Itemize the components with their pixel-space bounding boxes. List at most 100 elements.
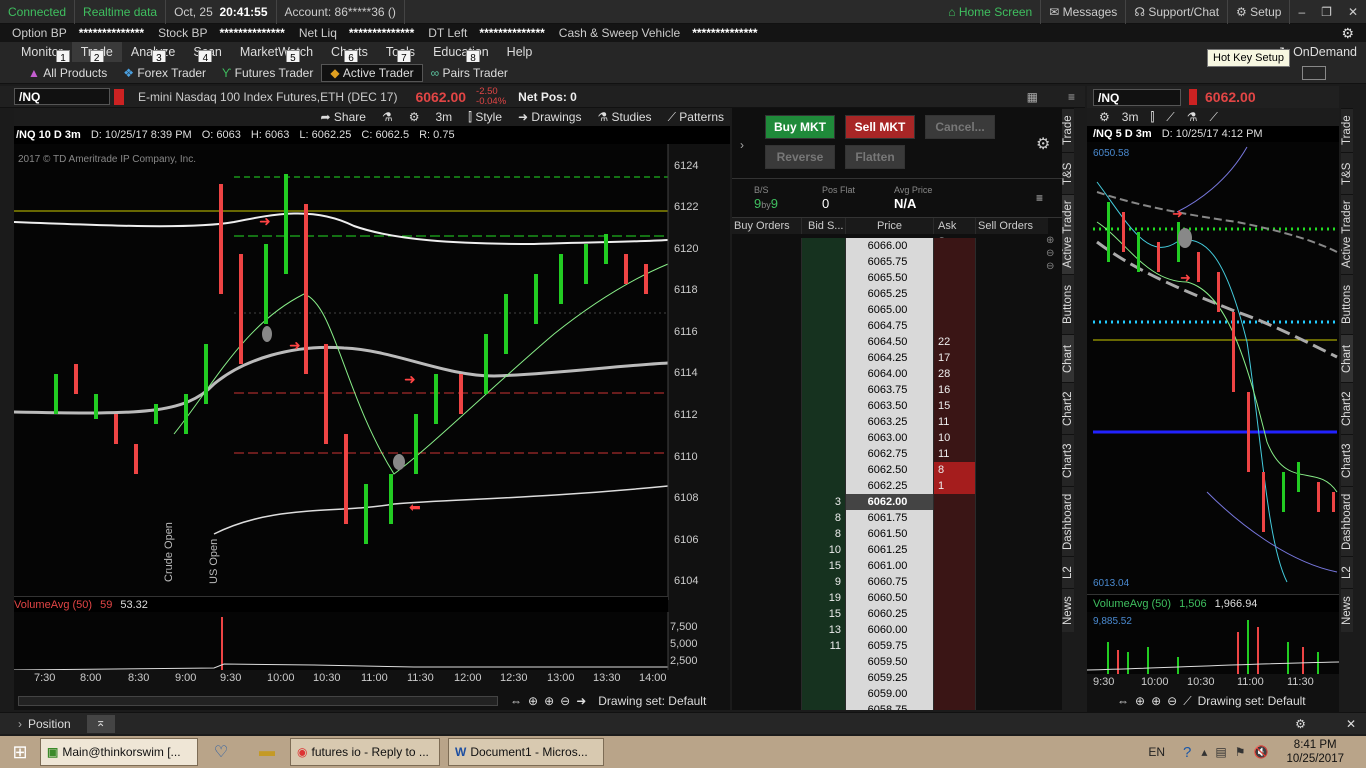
price-cell[interactable]: 6063.50 — [846, 398, 934, 414]
buy-order-cell[interactable] — [732, 686, 802, 702]
buy-order-cell[interactable] — [732, 542, 802, 558]
price-cell[interactable]: 6063.25 — [846, 414, 934, 430]
buy-order-cell[interactable] — [732, 350, 802, 366]
bid-size-cell[interactable] — [802, 382, 846, 398]
ladder-row[interactable]: 6059.25 — [732, 670, 1048, 686]
ask-size-cell[interactable]: 16 — [934, 382, 976, 398]
ask-size-cell[interactable]: 8 — [934, 462, 976, 478]
right-zoom-fit-icon[interactable]: ⇔ — [1117, 694, 1129, 708]
sell-order-cell[interactable] — [976, 382, 1048, 398]
style-button[interactable]: ⫿ Style — [468, 110, 502, 125]
buy-order-cell[interactable] — [732, 302, 802, 318]
language-indicator[interactable]: EN — [1148, 745, 1165, 759]
home-screen-button[interactable]: ⌂ Home Screen — [940, 0, 1042, 24]
tab-active-trader[interactable]: Active Trader — [1062, 194, 1074, 274]
ladder-row[interactable]: 6065.50 — [732, 270, 1048, 286]
settings-gear-icon[interactable]: ⚙ — [1341, 25, 1354, 42]
buy-order-cell[interactable] — [732, 382, 802, 398]
bid-size-cell[interactable] — [802, 302, 846, 318]
sell-order-cell[interactable] — [976, 318, 1048, 334]
drawing-set[interactable]: Drawing set: Default — [598, 694, 706, 708]
price-cell[interactable]: 6061.50 — [846, 526, 934, 542]
menu-tools[interactable]: Tools7 — [377, 42, 424, 66]
price-cell[interactable]: 6063.75 — [846, 382, 934, 398]
right-studies-icon[interactable]: ⚗ — [1187, 110, 1198, 124]
bid-size-cell[interactable]: 13 — [802, 622, 846, 638]
buy-order-cell[interactable] — [732, 526, 802, 542]
ladder-row[interactable]: 6064.00 28 — [732, 366, 1048, 382]
buy-order-cell[interactable] — [732, 446, 802, 462]
sell-order-cell[interactable] — [976, 494, 1048, 510]
menu-analyze[interactable]: Analyze3 — [122, 42, 184, 66]
right-tab-dashboard[interactable]: Dashboard — [1341, 486, 1353, 556]
patterns-button[interactable]: ⟋ Patterns — [668, 110, 724, 125]
price-cell[interactable]: 6060.25 — [846, 606, 934, 622]
ask-size-cell[interactable] — [934, 622, 976, 638]
ladder-row[interactable]: 6064.75 — [732, 318, 1048, 334]
ask-size-cell[interactable]: 15 — [934, 398, 976, 414]
price-cell[interactable]: 6061.75 — [846, 510, 934, 526]
right-tab-chart[interactable]: Chart — [1341, 334, 1353, 382]
right-symbol-selector[interactable]: /NQ — [1093, 88, 1181, 106]
price-cell[interactable]: 6064.25 — [846, 350, 934, 366]
bid-size-cell[interactable] — [802, 654, 846, 670]
arrow-right-icon[interactable]: ➜ — [576, 694, 586, 708]
bid-size-cell[interactable] — [802, 414, 846, 430]
buy-order-cell[interactable] — [732, 494, 802, 510]
drawings-button[interactable]: ➜ Drawings — [518, 110, 581, 124]
ask-size-cell[interactable]: 22 — [934, 334, 976, 350]
subtab-forex-trader[interactable]: ❖ Forex Trader — [115, 64, 214, 82]
ladder-row[interactable]: 6063.25 11 — [732, 414, 1048, 430]
price-cell[interactable]: 6064.00 — [846, 366, 934, 382]
buy-order-cell[interactable] — [732, 574, 802, 590]
price-chart[interactable]: 2017 © TD Ameritrade IP Company, Inc. ➜ … — [14, 144, 730, 604]
bid-size-cell[interactable]: 11 — [802, 638, 846, 654]
ask-size-cell[interactable] — [934, 302, 976, 318]
flag-icon[interactable]: ⚑ — [1235, 745, 1246, 759]
right-price-chart[interactable]: 6050.58 6013.04 ➜ ➜ — [1087, 142, 1339, 594]
ask-size-cell[interactable] — [934, 542, 976, 558]
subtab-pairs-trader[interactable]: ∞ Pairs Trader — [423, 64, 516, 82]
subtab-futures-trader[interactable]: Ƴ Futures Trader — [214, 64, 321, 82]
price-cell[interactable]: 6062.75 — [846, 446, 934, 462]
period-button[interactable]: 3m — [435, 110, 452, 124]
ladder-row[interactable]: 6065.75 — [732, 254, 1048, 270]
price-cell[interactable]: 6059.75 — [846, 638, 934, 654]
right-draw-icon[interactable]: ⟋ — [1166, 110, 1174, 125]
ladder-row[interactable]: 6063.50 15 — [732, 398, 1048, 414]
ask-size-cell[interactable] — [934, 526, 976, 542]
ladder-row[interactable]: 19 6060.50 — [732, 590, 1048, 606]
ladder-row[interactable]: 10 6061.25 — [732, 542, 1048, 558]
bid-size-cell[interactable] — [802, 366, 846, 382]
right-drawing-set[interactable]: Drawing set: Default — [1198, 694, 1306, 708]
buy-order-cell[interactable] — [732, 558, 802, 574]
heart-monitor-icon[interactable]: ♡ — [198, 742, 244, 762]
buy-order-cell[interactable] — [732, 654, 802, 670]
buy-order-cell[interactable] — [732, 334, 802, 350]
ask-size-cell[interactable] — [934, 670, 976, 686]
tab-time-sales[interactable]: T&S — [1062, 152, 1074, 194]
ladder-row[interactable]: 6062.50 8 — [732, 462, 1048, 478]
ladder-row[interactable]: 3 6062.00 — [732, 494, 1048, 510]
close-button[interactable]: ✕ — [1340, 0, 1366, 24]
file-explorer-icon[interactable]: ▬ — [244, 743, 290, 761]
ask-size-cell[interactable] — [934, 494, 976, 510]
price-cell[interactable]: 6065.00 — [846, 302, 934, 318]
menu-education[interactable]: Education 8 — [424, 42, 498, 66]
buy-order-cell[interactable] — [732, 366, 802, 382]
menu-trade[interactable]: Trade2 — [71, 42, 122, 66]
bid-size-cell[interactable] — [802, 350, 846, 366]
buy-order-cell[interactable] — [732, 414, 802, 430]
expand-icon[interactable]: › — [18, 717, 22, 731]
sell-order-cell[interactable] — [976, 622, 1048, 638]
subtab-active-trader[interactable]: ◆ Active Trader — [321, 63, 423, 82]
right-zoom-in-icon[interactable]: ⊕ — [1151, 694, 1161, 708]
tab-buttons[interactable]: Buttons — [1062, 274, 1074, 334]
network-icon[interactable]: ▤ — [1215, 745, 1226, 759]
buy-order-cell[interactable] — [732, 286, 802, 302]
ladder-row[interactable]: 6063.75 16 — [732, 382, 1048, 398]
ask-size-cell[interactable]: 1 — [934, 478, 976, 494]
buy-order-cell[interactable] — [732, 398, 802, 414]
right-tab-time-sales[interactable]: T&S — [1341, 152, 1353, 194]
menu-marketwatch[interactable]: MarketWatch 5 — [231, 42, 322, 66]
